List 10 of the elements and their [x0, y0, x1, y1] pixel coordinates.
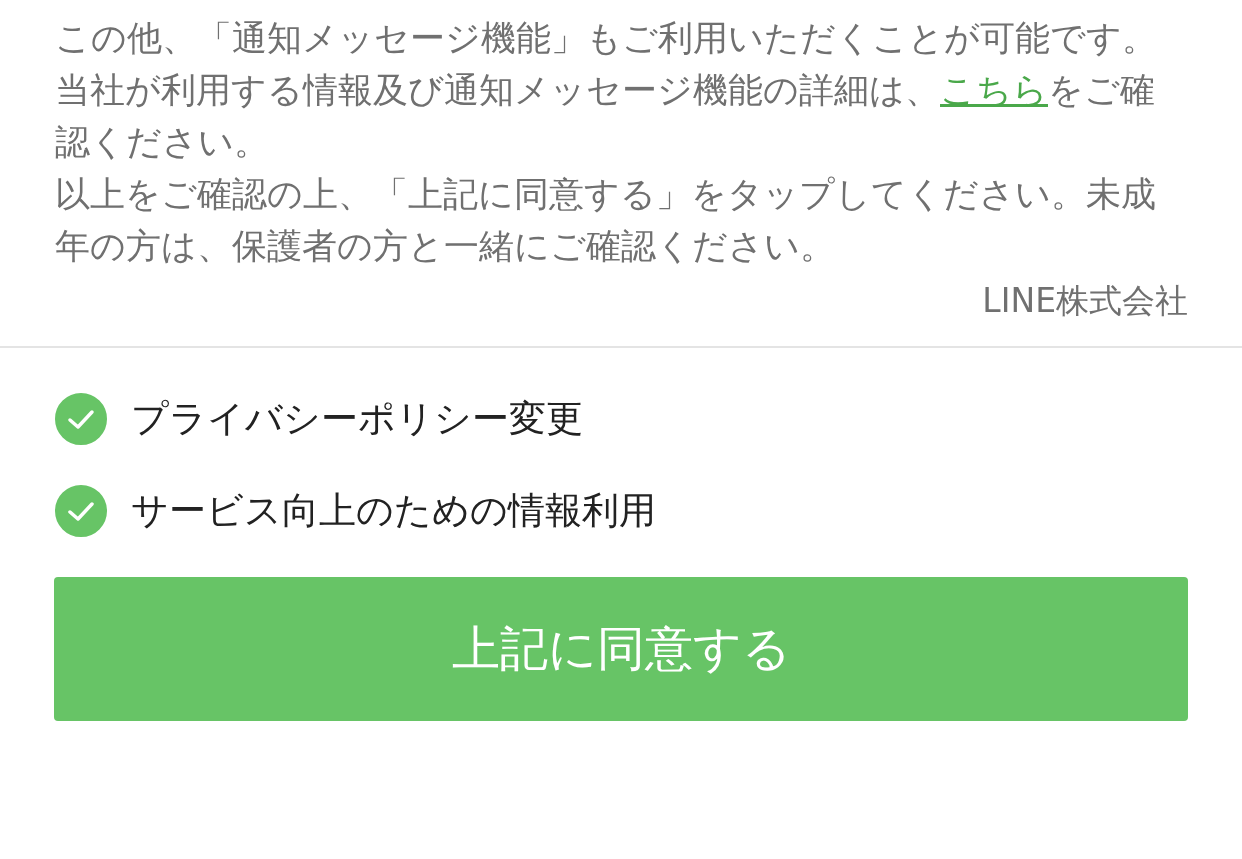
check-circle-icon[interactable]: [55, 485, 107, 537]
details-link[interactable]: こちら: [940, 70, 1048, 110]
consent-label: サービス向上のための情報利用: [131, 488, 656, 534]
notice-paragraph: 以上をご確認の上、「上記に同意する」をタップしてください。未成年の方は、保護者の方と一緒にご確認ください。: [55, 173, 1157, 268]
notice-paragraph: この他、「通知メッセージ機能」もご利用いただくことが可能です。: [55, 17, 1158, 60]
company-signature: LINE株式会社: [981, 280, 1188, 322]
consent-label: プライバシーポリシー変更: [131, 396, 583, 442]
notice-paragraph: 当社が利用する情報及び通知メッセージ機能の詳細は、こちら をご確認ください。: [55, 69, 1156, 164]
agree-button[interactable]: 上記に同意する: [54, 577, 1188, 721]
check-circle-icon[interactable]: [55, 393, 107, 445]
